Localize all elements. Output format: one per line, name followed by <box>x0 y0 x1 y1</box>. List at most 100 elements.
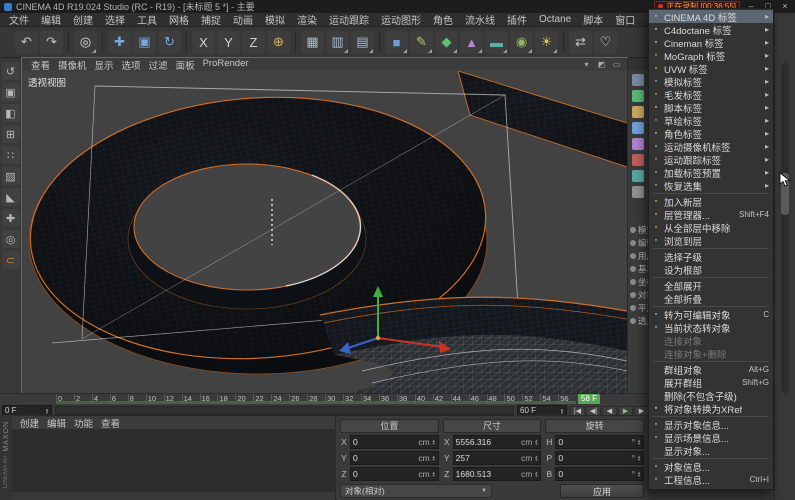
timeline-frame-tick[interactable]: 38 <box>397 394 415 404</box>
context-menu-item[interactable]: 设为根部 <box>649 263 773 276</box>
timeline-frame-tick[interactable]: 54 <box>540 394 558 404</box>
spinner-down-icon[interactable]: ▼ <box>637 442 641 446</box>
context-menu-item[interactable]: ▪运动摄像机标签▸ <box>649 140 773 153</box>
object-icon-8[interactable] <box>632 186 644 198</box>
coordinate-header-1[interactable]: 位置 <box>340 419 439 433</box>
spinner-down-icon[interactable]: ▼ <box>534 458 538 462</box>
spinner[interactable]: ▲▼ <box>637 439 641 446</box>
redo-button[interactable]: ↷ <box>40 31 63 54</box>
attribute-row-2[interactable]: 编辑 <box>628 236 648 249</box>
make-editable-tool[interactable]: ↺ <box>2 62 20 80</box>
timeline-frame-tick[interactable]: 0 <box>56 394 74 404</box>
vertical-scrollbar[interactable] <box>781 63 789 393</box>
object-icon-5[interactable] <box>632 138 644 150</box>
menubar-item-3[interactable]: 创建 <box>67 12 99 27</box>
coordinate-space-select[interactable]: 对象(相对) ▼ <box>340 484 492 498</box>
timeline-frame-tick[interactable]: 8 <box>128 394 146 404</box>
context-menu-item[interactable]: ▪Cineman 标签▸ <box>649 36 773 49</box>
spinner[interactable]: ▲▼ <box>534 439 538 446</box>
timeline-frame-tick[interactable]: 40 <box>415 394 433 404</box>
context-menu-item[interactable]: ▪显示场景信息... <box>649 431 773 444</box>
menubar-item-15[interactable]: 插件 <box>501 12 533 27</box>
viewport-menu-7[interactable]: ProRender <box>199 58 253 72</box>
context-menu-item[interactable]: ▪草绘标签▸ <box>649 114 773 127</box>
context-menu-item[interactable]: ▪将对象转换为XRef <box>649 402 773 415</box>
context-menu-item[interactable]: 显示对象... <box>649 444 773 457</box>
menubar-item-9[interactable]: 模拟 <box>259 12 291 27</box>
goto-start-button[interactable]: |◀ <box>570 406 585 416</box>
spinner[interactable]: ▲▼ <box>534 455 538 462</box>
spinner-down-icon[interactable]: ▼ <box>637 474 641 478</box>
render-settings-button[interactable]: ▤ <box>351 31 374 54</box>
timeline-frame-tick[interactable]: 34 <box>361 394 379 404</box>
menubar-item-17[interactable]: 脚本 <box>577 12 609 27</box>
viewport-split-icon[interactable]: ◩ <box>596 60 607 69</box>
undo-button[interactable]: ↶ <box>15 31 38 54</box>
context-menu-item[interactable]: ▪运动跟踪标签▸ <box>649 153 773 166</box>
camera-button[interactable]: ◉ <box>510 31 533 54</box>
play-button[interactable]: ▶ <box>618 406 633 416</box>
attribute-row-4[interactable]: 基本 <box>628 262 648 275</box>
timeline-frame-tick[interactable]: 46 <box>469 394 487 404</box>
menubar-item-12[interactable]: 运动图形 <box>375 12 427 27</box>
spinner-down-icon[interactable]: ▼ <box>432 458 436 462</box>
menubar-item-6[interactable]: 网格 <box>163 12 195 27</box>
z-axis-lock-button[interactable]: Z <box>242 31 265 54</box>
context-menu-item[interactable]: ▪从全部层中移除 <box>649 221 773 234</box>
snap-button[interactable]: ⊂ <box>2 251 20 269</box>
timeline-frame-tick[interactable]: 14 <box>182 394 200 404</box>
object-icon-7[interactable] <box>632 170 644 182</box>
context-menu-item[interactable]: ▪模拟标签▸ <box>649 75 773 88</box>
start-frame-spinner[interactable]: ▲ ▼ <box>45 408 49 414</box>
menubar-item-11[interactable]: 运动跟踪 <box>323 12 375 27</box>
viewport-menu-1[interactable]: 查看 <box>27 58 54 72</box>
timeline-frame-tick[interactable]: 10 <box>146 394 164 404</box>
swap-layout-button[interactable]: ⇄ <box>569 31 592 54</box>
timeline-frame-tick[interactable]: 30 <box>325 394 343 404</box>
coordinate-field[interactable]: 257cm▲▼ <box>453 451 542 465</box>
prev-frame-button[interactable]: ◀ <box>602 406 617 416</box>
render-picture-viewer-button[interactable]: ▥ <box>326 31 349 54</box>
spline-pen-button[interactable]: ✎ <box>410 31 433 54</box>
coordinate-field[interactable]: 0cm▲▼ <box>350 435 439 449</box>
polygons-mode-button[interactable]: ◣ <box>2 188 20 206</box>
x-axis-lock-button[interactable]: X <box>192 31 215 54</box>
timeline-frame-tick[interactable]: 12 <box>164 394 182 404</box>
viewport-menu-2[interactable]: 摄像机 <box>54 58 91 72</box>
viewport-maximize-icon[interactable]: ▭ <box>611 60 622 69</box>
object-icon-6[interactable] <box>632 154 644 166</box>
spinner[interactable]: ▲▼ <box>432 455 436 462</box>
timeline-frame-tick[interactable]: 4 <box>92 394 110 404</box>
menubar-item-5[interactable]: 工具 <box>131 12 163 27</box>
context-menu-item[interactable]: ▪CINEMA 4D 标签▸ <box>649 10 773 23</box>
menubar-item-13[interactable]: 角色 <box>427 12 459 27</box>
object-icon-4[interactable] <box>632 122 644 134</box>
context-menu-item[interactable]: 展开群组Shift+G <box>649 376 773 389</box>
context-menu-item[interactable]: ▪转为可编辑对象C <box>649 308 773 321</box>
context-menu-item[interactable]: 连接对象 <box>649 334 773 347</box>
context-menu-item[interactable]: 群组对象Alt+G <box>649 363 773 376</box>
timeline-frame-tick[interactable]: 28 <box>307 394 325 404</box>
attribute-row-8[interactable]: 透显 <box>628 314 648 327</box>
context-menu-item[interactable]: ▪当前状态转对象 <box>649 321 773 334</box>
generators-button[interactable]: ◆ <box>435 31 458 54</box>
context-menu-item[interactable]: ▪工程信息...Ctrl+I <box>649 473 773 486</box>
menubar-item-1[interactable]: 文件 <box>3 12 35 27</box>
timeline-frame-tick[interactable]: 56 <box>558 394 576 404</box>
spinner-down-icon[interactable]: ▼ <box>534 442 538 446</box>
model-mode-button[interactable]: ▣ <box>2 83 20 101</box>
object-icon-3[interactable] <box>632 106 644 118</box>
coordinate-field[interactable]: 1680.513cm▲▼ <box>453 467 542 481</box>
viewport-menu-3[interactable]: 显示 <box>91 58 118 72</box>
menubar-item-4[interactable]: 选择 <box>99 12 131 27</box>
spinner-down-icon[interactable]: ▼ <box>534 474 538 478</box>
spinner[interactable]: ▲▼ <box>637 471 641 478</box>
spinner-down-icon[interactable]: ▼ <box>432 474 436 478</box>
menubar-item-18[interactable]: 窗口 <box>609 12 641 27</box>
live-selection-tool[interactable]: ◎ <box>74 31 97 54</box>
timeline-frame-tick[interactable]: 24 <box>271 394 289 404</box>
context-menu-item[interactable]: ▪层管理器...Shift+F4 <box>649 208 773 221</box>
context-menu-item[interactable]: ▪脚本标签▸ <box>649 101 773 114</box>
context-menu-item[interactable]: 删除(不包含子级) <box>649 389 773 402</box>
apply-button[interactable]: 应用 <box>560 484 644 498</box>
